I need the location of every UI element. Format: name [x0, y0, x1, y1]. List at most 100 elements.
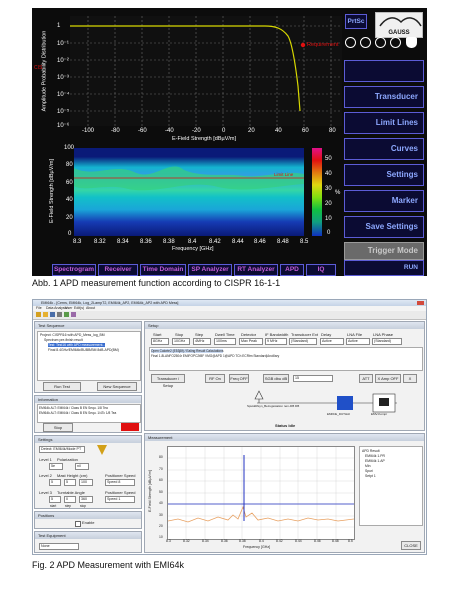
- spectrogram-x-tick: 8.42: [209, 239, 221, 245]
- run-test-button[interactable]: Run Test: [43, 382, 81, 391]
- tab-rt-analyzer[interactable]: RT Analyzer: [234, 264, 278, 276]
- stop-button[interactable]: Stop: [43, 423, 73, 432]
- tab-time-domain[interactable]: Time Domain: [140, 264, 186, 276]
- tab-receiver[interactable]: Receiver: [98, 264, 138, 276]
- measurement-plot: [167, 446, 355, 540]
- mast-speed-select[interactable]: Speed 8: [105, 479, 135, 486]
- prtsc-button[interactable]: PrtSc: [345, 14, 367, 29]
- curves-button[interactable]: Curves: [344, 138, 424, 160]
- apd-y-tick: 10⁻³: [57, 75, 69, 81]
- legend-item[interactable]: Min: [365, 464, 370, 468]
- amp-off-button[interactable]: X Amp OFF: [375, 374, 401, 383]
- measurement-x-tick: 8.44: [295, 539, 302, 543]
- blank-button[interactable]: [344, 60, 424, 82]
- turntable-start[interactable]: 5: [49, 496, 61, 503]
- apd-y-tick: 1: [57, 23, 61, 29]
- sgb-button[interactable]: SGB dbu dB: [263, 374, 289, 383]
- limit-lines-button[interactable]: Limit Lines: [344, 112, 424, 134]
- start-field[interactable]: 8GHz: [151, 338, 169, 345]
- spectrogram-x-tick: 8.5: [300, 239, 309, 245]
- zoom-in-icon[interactable]: [345, 37, 356, 48]
- tree-item[interactable]: Final 8.4GHz/EMI64k/BUBB/BM 8dB-APD(BM): [48, 348, 119, 352]
- x-button[interactable]: X: [403, 374, 417, 383]
- test-equipment-panel: Test Equipment None: [34, 531, 142, 553]
- lna-phase-field[interactable]: (Standard): [372, 338, 402, 345]
- status-title: Status Idle: [275, 423, 296, 428]
- mast-start[interactable]: 5: [49, 479, 61, 486]
- tab-apd[interactable]: APD: [280, 264, 304, 276]
- menu-file[interactable]: File: [36, 306, 42, 310]
- zoom-out-icon[interactable]: [360, 37, 371, 48]
- save-settings-button[interactable]: Save Settings: [344, 216, 424, 238]
- menu-edit[interactable]: Edit(s): [74, 306, 84, 310]
- level-field[interactable]: 15: [293, 375, 333, 382]
- detector-field[interactable]: Max Peak: [239, 338, 263, 345]
- mast-step[interactable]: 5: [64, 479, 76, 486]
- delay-field[interactable]: Active: [320, 338, 344, 345]
- hand-pan-icon[interactable]: [406, 37, 417, 48]
- settings-button[interactable]: Settings: [344, 164, 424, 186]
- marker-button[interactable]: Marker: [344, 190, 424, 212]
- settings-icon[interactable]: [71, 312, 76, 317]
- polarization-start[interactable]: 5e: [49, 463, 63, 470]
- chart-icon[interactable]: [64, 312, 69, 317]
- lna-file-field[interactable]: Active: [346, 338, 370, 345]
- trigger-mode-button[interactable]: Trigger Mode: [344, 242, 424, 260]
- freq-off-button[interactable]: Freq OFF: [229, 374, 249, 383]
- close-window-icon[interactable]: [417, 301, 424, 305]
- turntable-stop[interactable]: 360: [79, 496, 93, 503]
- transducer-setup-button[interactable]: Transducer / Setup: [151, 374, 185, 388]
- mast-stop[interactable]: 100: [79, 479, 93, 486]
- tab-sp-analyzer[interactable]: SP Analyzer: [188, 264, 232, 276]
- spectrogram-x-tick: 8.4: [188, 239, 197, 245]
- close-button[interactable]: CLOSE: [401, 541, 421, 550]
- menu-user[interactable]: User: [65, 306, 72, 310]
- colorbar-label: %: [335, 190, 341, 196]
- legend-item[interactable]: EMI64k 1.AP: [365, 459, 385, 463]
- apd-x-tick: -40: [165, 128, 174, 134]
- stop-field[interactable]: 10GHz: [172, 338, 190, 345]
- setup-header: Step: [195, 332, 204, 337]
- polarization-stop[interactable]: nil: [75, 463, 89, 470]
- measurement-x-tick: 8.32: [183, 539, 190, 543]
- positions-panel: Positions Enable: [34, 511, 142, 529]
- save-icon[interactable]: [50, 312, 55, 317]
- new-icon[interactable]: [36, 312, 41, 317]
- transducer-field[interactable]: (Standard): [289, 338, 317, 345]
- apd-y-tick: 10⁻¹: [57, 41, 69, 47]
- zoom-reset-icon[interactable]: [390, 37, 401, 48]
- zoom-fit-icon[interactable]: [375, 37, 386, 48]
- enable-checkbox[interactable]: [75, 521, 81, 527]
- turntable-step[interactable]: 0: [64, 496, 76, 503]
- att-button[interactable]: ATT: [359, 374, 373, 383]
- apd-y-label: Amplitude Probability Distribution: [41, 30, 48, 112]
- transducer-button[interactable]: Transducer: [344, 86, 424, 108]
- print-icon[interactable]: [57, 312, 62, 317]
- tree-item[interactable]: Project: CISPR16 with APD_Mess_log_BM: [40, 333, 105, 337]
- legend-item[interactable]: EMI64k 1.PR: [365, 454, 385, 458]
- diagram-label: Spuiddifsyn_Bezugsstation rem-DB DB: [247, 404, 300, 408]
- legend-item[interactable]: Spuri: [365, 469, 373, 473]
- turntable-speed-select[interactable]: Speed 1: [105, 496, 135, 503]
- tree-item[interactable]: Spectrum pre-finish result: [44, 338, 83, 342]
- spectrogram-svg: [74, 166, 304, 191]
- run-button[interactable]: RUN: [344, 260, 424, 276]
- ifbw-field[interactable]: 9 MHz: [265, 338, 287, 345]
- tab-iq[interactable]: IQ: [306, 264, 336, 276]
- tab-spectrogram[interactable]: Spectrogram: [52, 264, 96, 276]
- legend-item[interactable]: APD Result: [362, 449, 380, 453]
- new-sequence-button[interactable]: New Sequence: [97, 382, 137, 391]
- menu-about[interactable]: About: [86, 306, 95, 310]
- level-2-label: Level 2: [39, 473, 52, 478]
- setup-header: Transducer Ext: [291, 332, 318, 337]
- step-field[interactable]: 4MHz: [193, 338, 211, 345]
- test-equipment-select[interactable]: None: [39, 543, 79, 550]
- tree-item-selected[interactable]: Test: Test16 with APD measurement...: [48, 343, 106, 347]
- legend-item[interactable]: Setpt 1: [365, 474, 376, 478]
- info-line: EMI64k ALT: EMI64k / Class B EN Sequ. 1/…: [39, 406, 108, 410]
- dwell-field[interactable]: 100ms: [214, 338, 236, 345]
- rf-on-button[interactable]: RF On: [205, 374, 225, 383]
- open-icon[interactable]: [43, 312, 48, 317]
- antenna-select[interactable]: Detect: EMI64k/Mode PT: [39, 446, 85, 453]
- spectrogram-x-tick: 8.44: [232, 239, 244, 245]
